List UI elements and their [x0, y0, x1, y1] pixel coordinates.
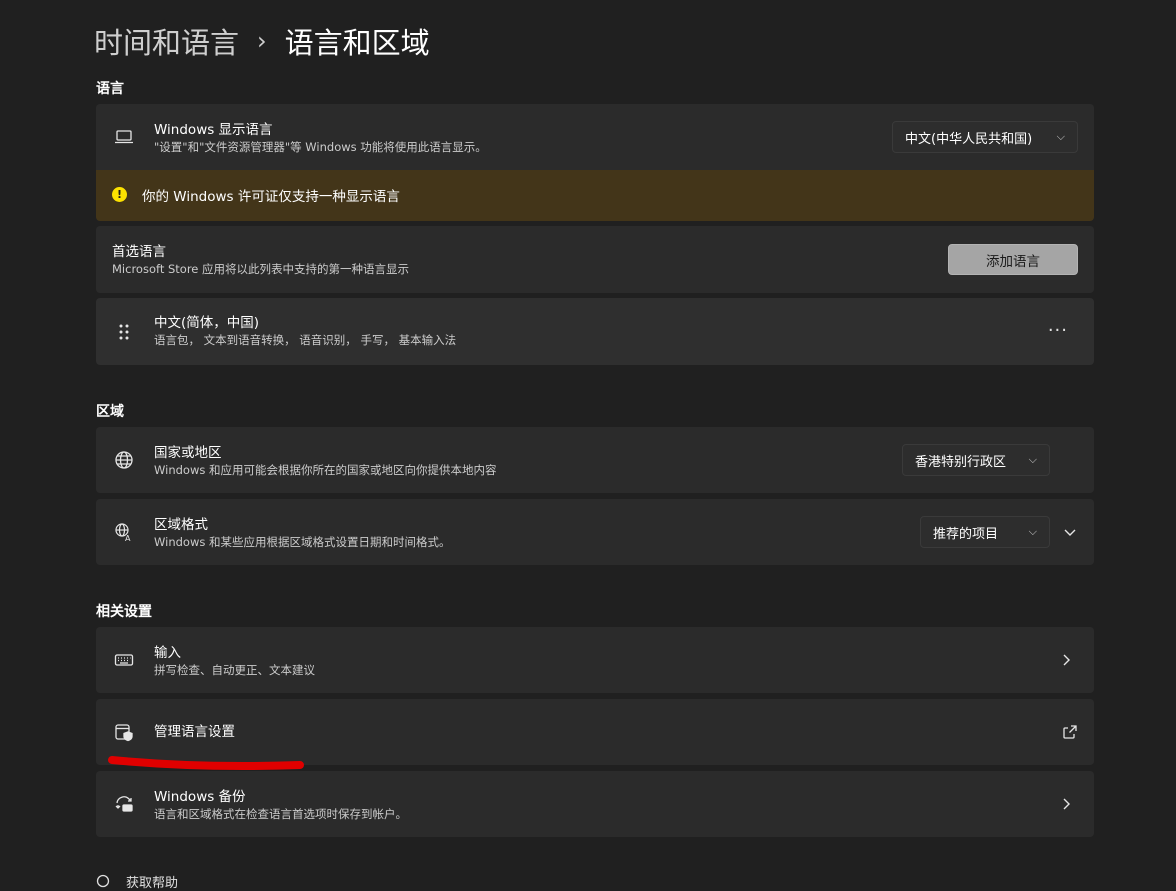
more-options-icon[interactable]: ···	[1048, 320, 1068, 341]
regional-format-subtitle: Windows 和某些应用根据区域格式设置日期和时间格式。	[154, 535, 451, 549]
display-language-title: Windows 显示语言	[154, 122, 273, 138]
drag-handle-icon[interactable]	[112, 320, 136, 344]
chevron-down-icon: ⌵	[1028, 525, 1037, 538]
country-region-value: 香港特别行政区	[915, 454, 1007, 470]
country-region-title: 国家或地区	[154, 445, 222, 461]
keyboard-icon	[112, 648, 136, 672]
preferred-language-title: 首选语言	[112, 244, 166, 260]
language-item-subtitle: 语言包， 文本到语音转换， 语音识别， 手写， 基本输入法	[154, 333, 457, 347]
display-language-value: 中文(中华人民共和国)	[905, 131, 1033, 147]
admin-shield-icon	[112, 720, 136, 744]
typing-title: 输入	[154, 645, 181, 661]
chevron-down-icon: ⌵	[1028, 453, 1037, 466]
breadcrumb: 时间和语言 › 语言和区域	[94, 18, 430, 64]
regional-format-dropdown[interactable]: 推荐的项目 ⌵	[920, 516, 1050, 548]
country-region-dropdown[interactable]: 香港特别行政区 ⌵	[902, 444, 1050, 476]
country-region-row: 国家或地区 Windows 和应用可能会根据你所在的国家或地区向你提供本地内容 …	[96, 427, 1094, 493]
windows-backup-subtitle: 语言和区域格式在检查语言首选项时保存到帐户。	[154, 807, 407, 821]
chevron-down-icon: ⌵	[1056, 130, 1065, 143]
chevron-right-icon	[1058, 652, 1074, 668]
preferred-language-row: 首选语言 Microsoft Store 应用将以此列表中支持的第一种语言显示 …	[96, 226, 1094, 293]
display-language-row: Windows 显示语言 "设置"和"文件资源管理器"等 Windows 功能将…	[96, 104, 1094, 170]
regional-format-row[interactable]: A 区域格式 Windows 和某些应用根据区域格式设置日期和时间格式。 推荐的…	[96, 499, 1094, 565]
svg-text:A: A	[125, 534, 131, 542]
breadcrumb-parent[interactable]: 时间和语言	[94, 20, 239, 62]
warning-icon: !	[112, 187, 127, 202]
expand-chevron-icon[interactable]	[1062, 524, 1078, 540]
display-language-subtitle: "设置"和"文件资源管理器"等 Windows 功能将使用此语言显示。	[154, 140, 487, 154]
regional-format-value: 推荐的项目	[933, 526, 999, 542]
page-title: 语言和区域	[284, 26, 430, 60]
laptop-icon	[112, 125, 136, 149]
display-language-dropdown[interactable]: 中文(中华人民共和国) ⌵	[892, 121, 1078, 153]
country-region-subtitle: Windows 和应用可能会根据你所在的国家或地区向你提供本地内容	[154, 463, 497, 477]
preferred-language-subtitle: Microsoft Store 应用将以此列表中支持的第一种语言显示	[112, 262, 410, 276]
regional-format-title: 区域格式	[154, 517, 208, 533]
section-title-related: 相关设置	[96, 604, 152, 620]
windows-backup-title: Windows 备份	[154, 789, 246, 805]
typing-row[interactable]: 输入 拼写检查、自动更正、文本建议	[96, 627, 1094, 693]
windows-backup-row[interactable]: Windows 备份 语言和区域格式在检查语言首选项时保存到帐户。	[96, 771, 1094, 837]
globe-icon	[112, 448, 136, 472]
breadcrumb-separator: ›	[257, 27, 267, 55]
license-warning-bar: ! 你的 Windows 许可证仅支持一种显示语言	[96, 170, 1094, 221]
external-link-icon	[1062, 724, 1078, 740]
regional-format-icon: A	[112, 520, 136, 544]
language-item-title: 中文(简体，中国)	[154, 315, 260, 331]
warning-text: 你的 Windows 许可证仅支持一种显示语言	[142, 189, 400, 205]
add-language-button[interactable]: 添加语言	[948, 244, 1078, 275]
section-title-region: 区域	[96, 404, 124, 420]
language-item-zh-cn[interactable]: 中文(简体，中国) 语言包， 文本到语音转换， 语音识别， 手写， 基本输入法 …	[96, 298, 1094, 365]
chevron-right-icon	[1058, 796, 1074, 812]
backup-sync-icon	[112, 792, 136, 816]
admin-language-settings-title: 管理语言设置	[154, 724, 235, 740]
section-title-language: 语言	[96, 81, 124, 97]
typing-subtitle: 拼写检查、自动更正、文本建议	[154, 663, 315, 677]
